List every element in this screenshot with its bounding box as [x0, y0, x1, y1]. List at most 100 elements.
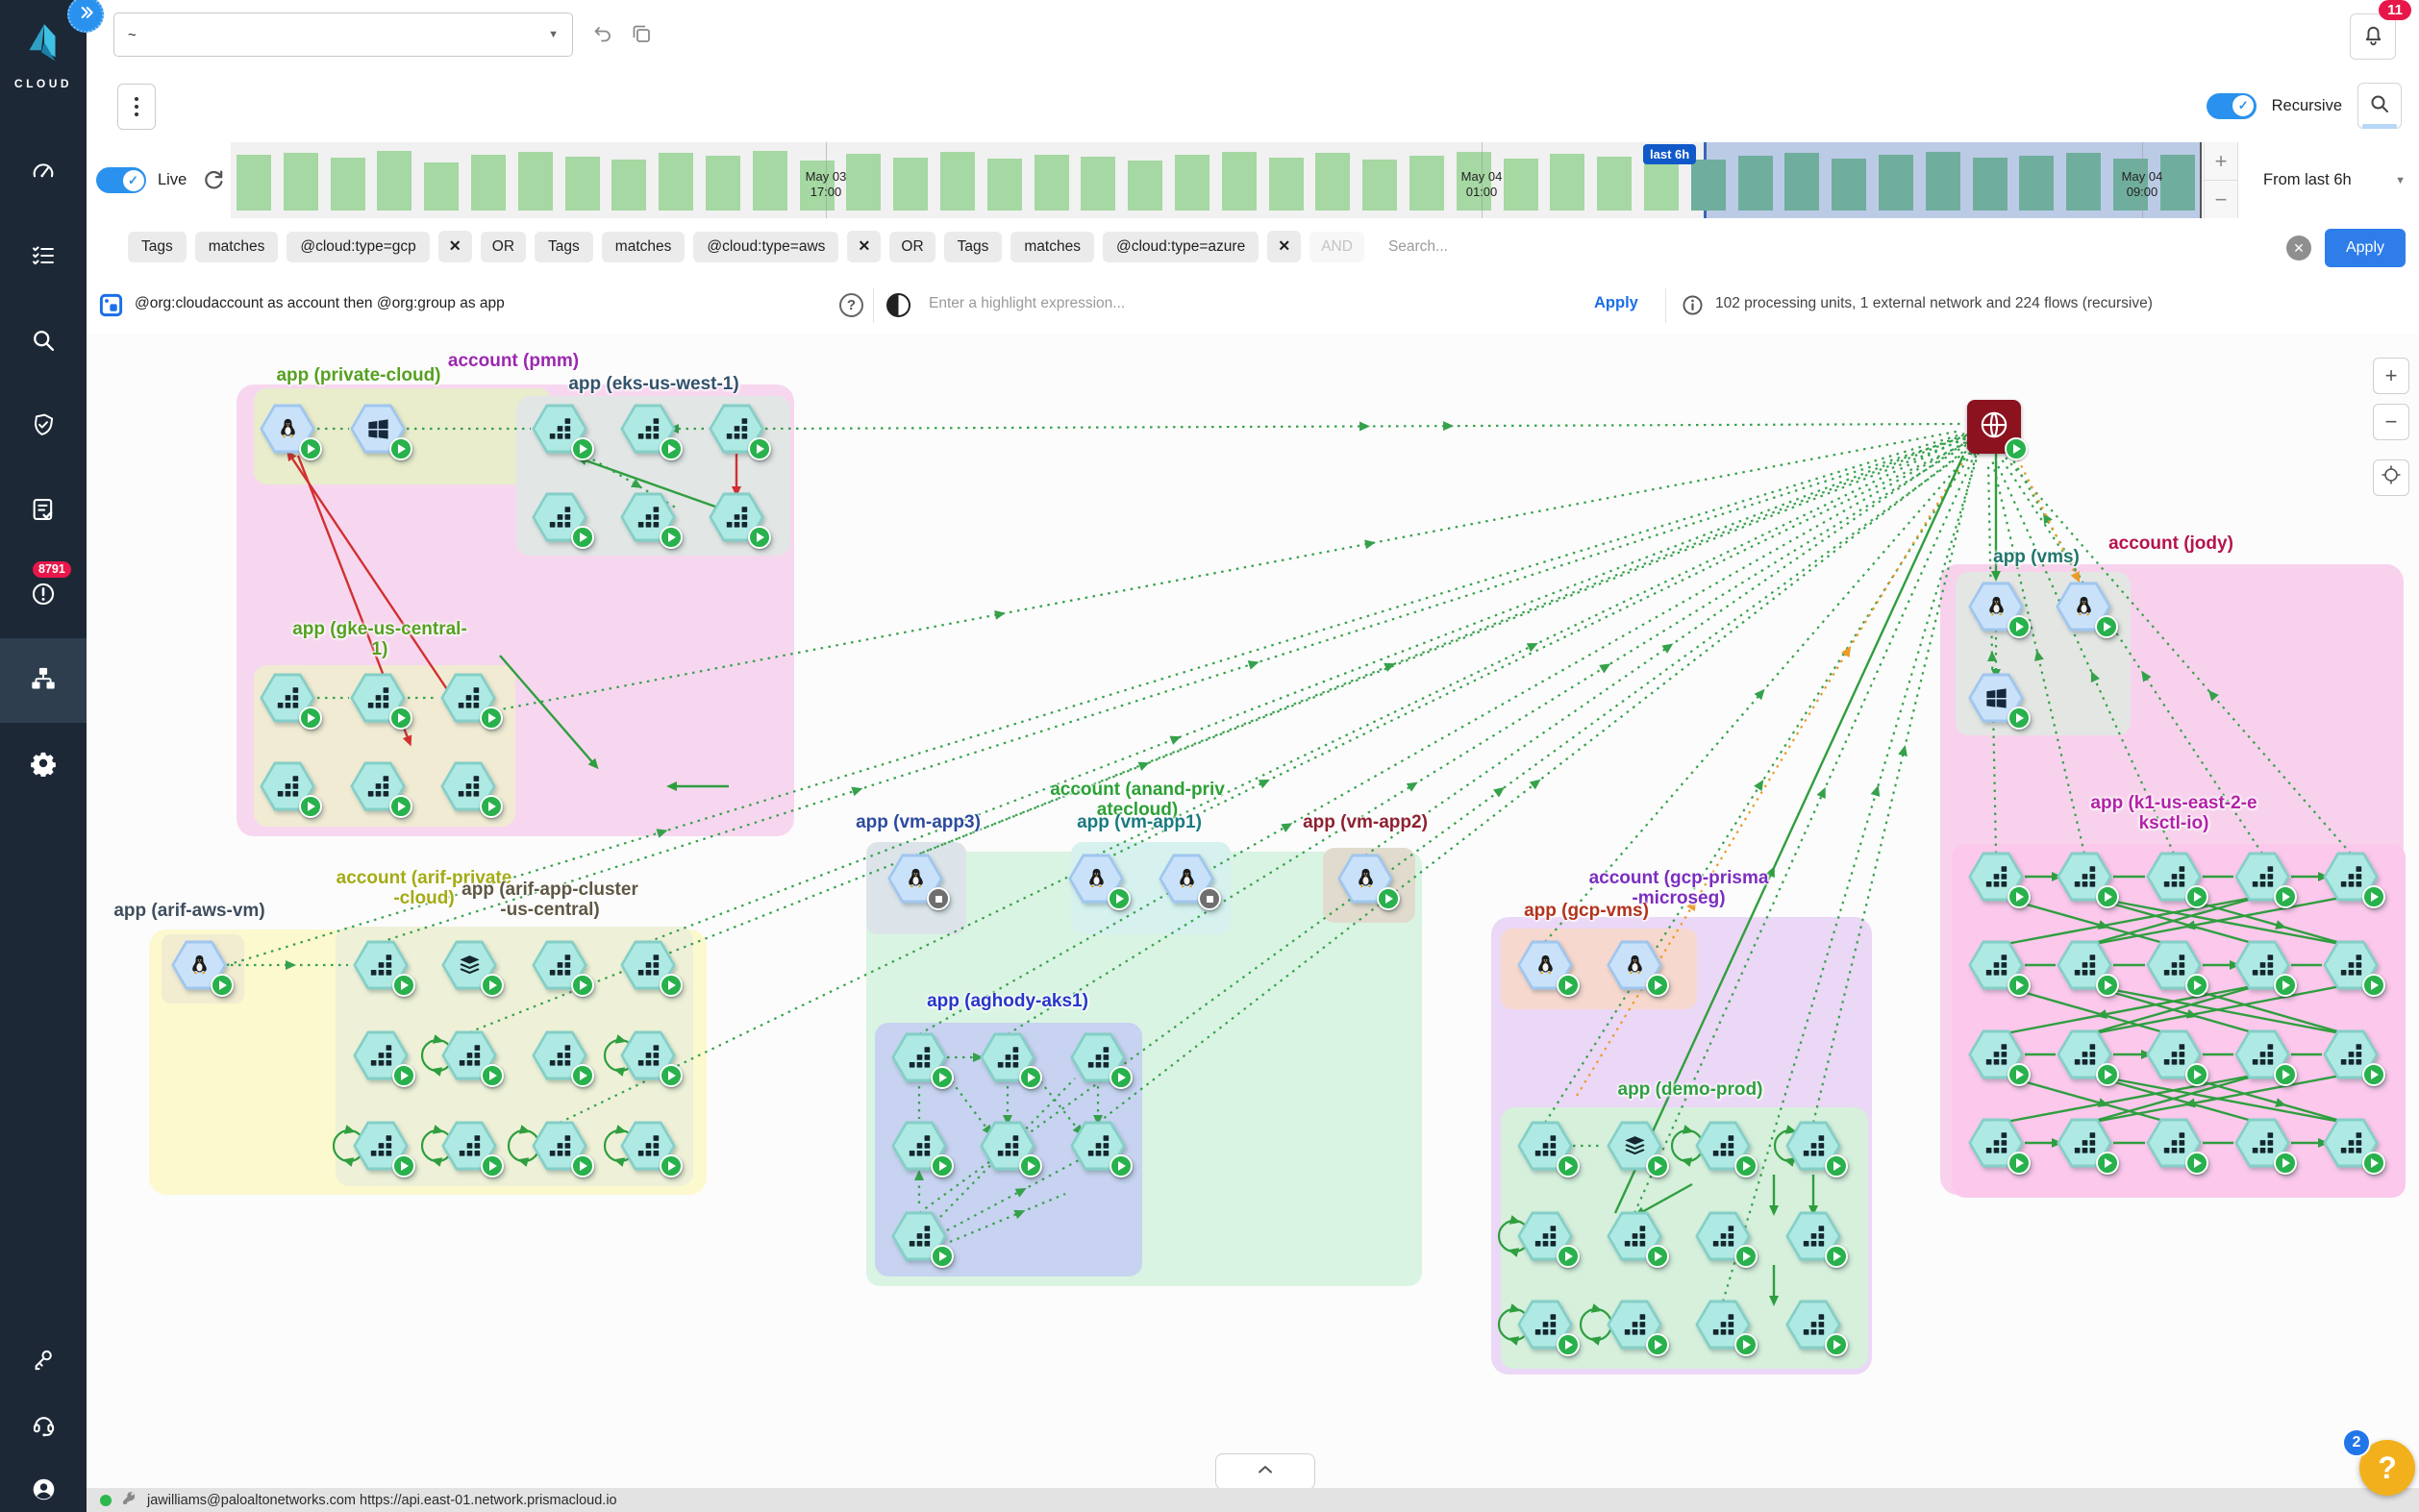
graph-node-pods[interactable] [620, 940, 676, 990]
graph-node-pods[interactable] [2146, 940, 2202, 990]
graph-node-pods[interactable] [350, 761, 406, 811]
sidebar-item-compliance[interactable] [0, 384, 87, 469]
graph-node-pods[interactable] [620, 1030, 676, 1080]
panel-expand-button[interactable] [1215, 1453, 1315, 1490]
graph-node-pods[interactable] [532, 492, 587, 542]
graph-node-pods[interactable] [2323, 1029, 2379, 1079]
graph-node-pods[interactable] [2323, 1118, 2379, 1168]
graph-node-stack[interactable] [441, 940, 497, 990]
graph-node-linux[interactable] [1968, 582, 2024, 632]
graph-node-pods[interactable] [440, 761, 496, 811]
filter-search-input[interactable]: Search... [1388, 238, 1448, 256]
filter-joiner-chip[interactable]: OR [481, 232, 526, 262]
graph-node-pods[interactable] [1695, 1300, 1751, 1350]
graph-node-pods[interactable] [980, 1032, 1035, 1082]
filter-op-chip[interactable]: matches [195, 232, 279, 262]
graph-node-pods[interactable] [353, 1030, 409, 1080]
filter-value-chip[interactable]: @cloud:type=azure [1103, 232, 1259, 262]
graph-node-pods[interactable] [350, 673, 406, 723]
copy-button[interactable] [627, 21, 656, 50]
filter-joiner-chip[interactable]: OR [889, 232, 935, 262]
graph-node-pods[interactable] [353, 1121, 409, 1171]
graph-node-pods[interactable] [1607, 1300, 1662, 1350]
recursive-toggle[interactable]: ✓ [2207, 93, 2257, 119]
topology-canvas[interactable]: account (pmm)app (private-cloud)app (eks… [87, 335, 2419, 1488]
graph-node-pods[interactable] [2057, 852, 2112, 902]
graph-node-pods[interactable] [1070, 1032, 1126, 1082]
timeline-zoom-out-button[interactable]: − [2205, 181, 2237, 218]
graph-node-pods[interactable] [440, 673, 496, 723]
graph-node-pods[interactable] [1517, 1300, 1573, 1350]
graph-node-pods[interactable] [891, 1121, 947, 1171]
highlight-toggle-icon[interactable] [886, 293, 910, 317]
graph-node-pods[interactable] [260, 673, 315, 723]
graph-node-pods[interactable] [620, 1121, 676, 1171]
graph-node-pods[interactable] [353, 940, 409, 990]
graph-node-pods[interactable] [709, 492, 764, 542]
graph-node-stack[interactable] [1607, 1121, 1662, 1171]
sidebar-item-network[interactable] [0, 638, 87, 723]
graph-node-linux[interactable] [887, 854, 943, 904]
timeline-histogram[interactable]: May 0317:00May 0401:00May 0409:00last 6h [231, 142, 2202, 218]
graph-node-pods[interactable] [2234, 852, 2290, 902]
graph-node-windows[interactable] [1968, 673, 2024, 723]
filter-value-chip[interactable]: @cloud:type=aws [693, 232, 838, 262]
filter-value-chip[interactable]: @cloud:type=gcp [287, 232, 429, 262]
filter-remove-button[interactable]: ✕ [1267, 231, 1301, 262]
graph-node-pods[interactable] [1607, 1211, 1662, 1261]
filter-field-chip[interactable]: Tags [128, 232, 187, 262]
graph-node-pods[interactable] [1968, 1118, 2024, 1168]
sidebar-item-dashboard[interactable] [0, 131, 87, 215]
more-options-button[interactable] [117, 84, 156, 130]
graph-node-pods[interactable] [2234, 1118, 2290, 1168]
graph-search-button[interactable] [2357, 83, 2402, 129]
graph-node-pods[interactable] [2057, 1029, 2112, 1079]
graph-node-linux[interactable] [260, 404, 315, 454]
filter-op-chip[interactable]: matches [602, 232, 686, 262]
graph-node-pods[interactable] [532, 940, 587, 990]
graph-node-pods[interactable] [1695, 1211, 1751, 1261]
graph-node-pods[interactable] [532, 404, 587, 454]
graph-node-pods[interactable] [2146, 852, 2202, 902]
graph-node-pods[interactable] [2146, 1118, 2202, 1168]
graph-node-pods[interactable] [2057, 940, 2112, 990]
canvas-zoom-out-button[interactable]: − [2373, 404, 2409, 440]
graph-node-pods[interactable] [1968, 940, 2024, 990]
graph-node-pods[interactable] [1785, 1211, 1841, 1261]
graph-node-linux[interactable] [1337, 854, 1393, 904]
graph-node-pods[interactable] [2146, 1029, 2202, 1079]
help-icon[interactable]: ? [839, 293, 863, 317]
graph-node-linux[interactable] [1607, 940, 1662, 990]
filter-remove-button[interactable]: ✕ [847, 231, 881, 262]
filter-apply-button[interactable]: Apply [2325, 229, 2406, 267]
timeline-zoom-in-button[interactable]: + [2205, 142, 2237, 181]
graph-node-pods[interactable] [2234, 1029, 2290, 1079]
highlight-expression-input[interactable]: Enter a highlight expression... [929, 295, 1125, 312]
sidebar-item-alerts[interactable]: 8791 [0, 554, 87, 638]
sidebar-item-profile[interactable] [31, 1476, 57, 1502]
filter-op-chip[interactable]: matches [1010, 232, 1094, 262]
notifications-button[interactable] [2350, 13, 2396, 60]
group-expression-input[interactable]: @org:cloudaccount as account then @org:g… [135, 295, 505, 312]
live-toggle[interactable]: ✓ [96, 167, 146, 193]
graph-node-pods[interactable] [1968, 852, 2024, 902]
graph-node-linux[interactable] [1068, 854, 1124, 904]
graph-node-linux[interactable] [1517, 940, 1573, 990]
clear-filters-button[interactable]: ✕ [2286, 235, 2311, 260]
graph-node-linux[interactable] [171, 940, 227, 990]
graph-node-pods[interactable] [532, 1030, 587, 1080]
graph-node-pods[interactable] [532, 1121, 587, 1171]
graph-node-linux[interactable] [2056, 582, 2111, 632]
graph-node-pods[interactable] [1785, 1121, 1841, 1171]
internet-node[interactable] [1967, 400, 2021, 454]
filter-field-chip[interactable]: Tags [944, 232, 1003, 262]
sidebar-item-access-keys[interactable] [31, 1348, 57, 1374]
graph-node-pods[interactable] [1695, 1121, 1751, 1171]
graph-node-pods[interactable] [441, 1030, 497, 1080]
canvas-fit-view-button[interactable] [2373, 459, 2409, 496]
graph-node-pods[interactable] [1517, 1121, 1573, 1171]
graph-node-pods[interactable] [620, 492, 676, 542]
graph-node-pods[interactable] [441, 1121, 497, 1171]
sidebar-item-reports[interactable] [0, 469, 87, 554]
graph-node-pods[interactable] [2323, 940, 2379, 990]
